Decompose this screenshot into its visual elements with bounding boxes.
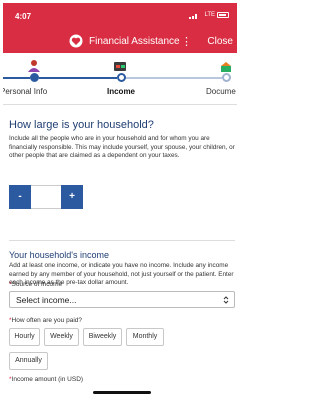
step-connector: [126, 77, 222, 79]
personal-info-icon: [28, 60, 40, 72]
signal-icon: [189, 14, 197, 19]
step-connector: [39, 77, 117, 79]
step-dot-personal-info[interactable]: [30, 73, 39, 82]
source-of-income-select[interactable]: Select income...: [9, 291, 235, 308]
decrement-button[interactable]: -: [9, 185, 31, 209]
source-of-income-value: Select income...: [16, 295, 77, 305]
step-label-income[interactable]: Income: [107, 87, 135, 96]
frequency-option-monthly[interactable]: Monthly: [126, 328, 164, 346]
battery-icon: [217, 12, 229, 18]
heart-logo-icon: [69, 34, 83, 48]
frequency-option-weekly[interactable]: Weekly: [44, 328, 79, 346]
pay-frequency-label: *How often are you paid?: [9, 317, 82, 324]
income-amount-label-text: Income amount (in USD): [11, 376, 84, 383]
status-time: 4:07: [15, 12, 32, 21]
income-icon: [114, 62, 126, 71]
household-help-text: Include all the people who are in your h…: [9, 135, 235, 160]
household-size-stepper: - +: [9, 185, 83, 209]
step-dot-documents[interactable]: [222, 73, 231, 82]
frequency-option-biweekly[interactable]: Biweekly: [83, 328, 122, 346]
source-of-income-label-text: Source of income: [11, 281, 63, 288]
income-heading: Your household's income: [9, 250, 109, 260]
nav-bar: Financial Assistance ⋮ Close: [3, 31, 237, 53]
home-indicator[interactable]: [93, 391, 151, 394]
network-type: LTE: [204, 12, 215, 18]
chevron-updown-icon: [223, 296, 229, 304]
frequency-option-hourly[interactable]: Hourly: [9, 328, 40, 346]
step-label-documents[interactable]: Docume: [206, 87, 236, 96]
documents-icon: [221, 62, 231, 72]
section-divider: [9, 240, 235, 241]
form-content: How large is your household? Include all…: [3, 105, 237, 398]
household-question: How large is your household?: [9, 119, 154, 131]
increment-button[interactable]: +: [61, 185, 83, 209]
step-dot-income[interactable]: [117, 73, 126, 82]
pay-frequency-label-text: How often are you paid?: [11, 317, 82, 324]
progress-stepper: Personal Info Income Docume: [3, 53, 237, 105]
household-size-value[interactable]: [31, 185, 61, 209]
frequency-option-annually[interactable]: Annually: [9, 352, 48, 370]
source-of-income-label: *Source of income: [9, 281, 62, 288]
nav-title: Financial Assistance: [89, 36, 180, 47]
income-amount-label: *Income amount (in USD): [9, 376, 83, 383]
step-connector: [3, 77, 30, 79]
step-label-personal-info[interactable]: Personal Info: [3, 87, 47, 96]
app-screen: 4:07 LTE Financial Assistance ⋮ Close Pe…: [3, 3, 237, 398]
status-bar: 4:07 LTE: [3, 3, 237, 31]
close-button[interactable]: Close: [207, 36, 233, 47]
more-menu-button[interactable]: ⋮: [181, 35, 192, 48]
